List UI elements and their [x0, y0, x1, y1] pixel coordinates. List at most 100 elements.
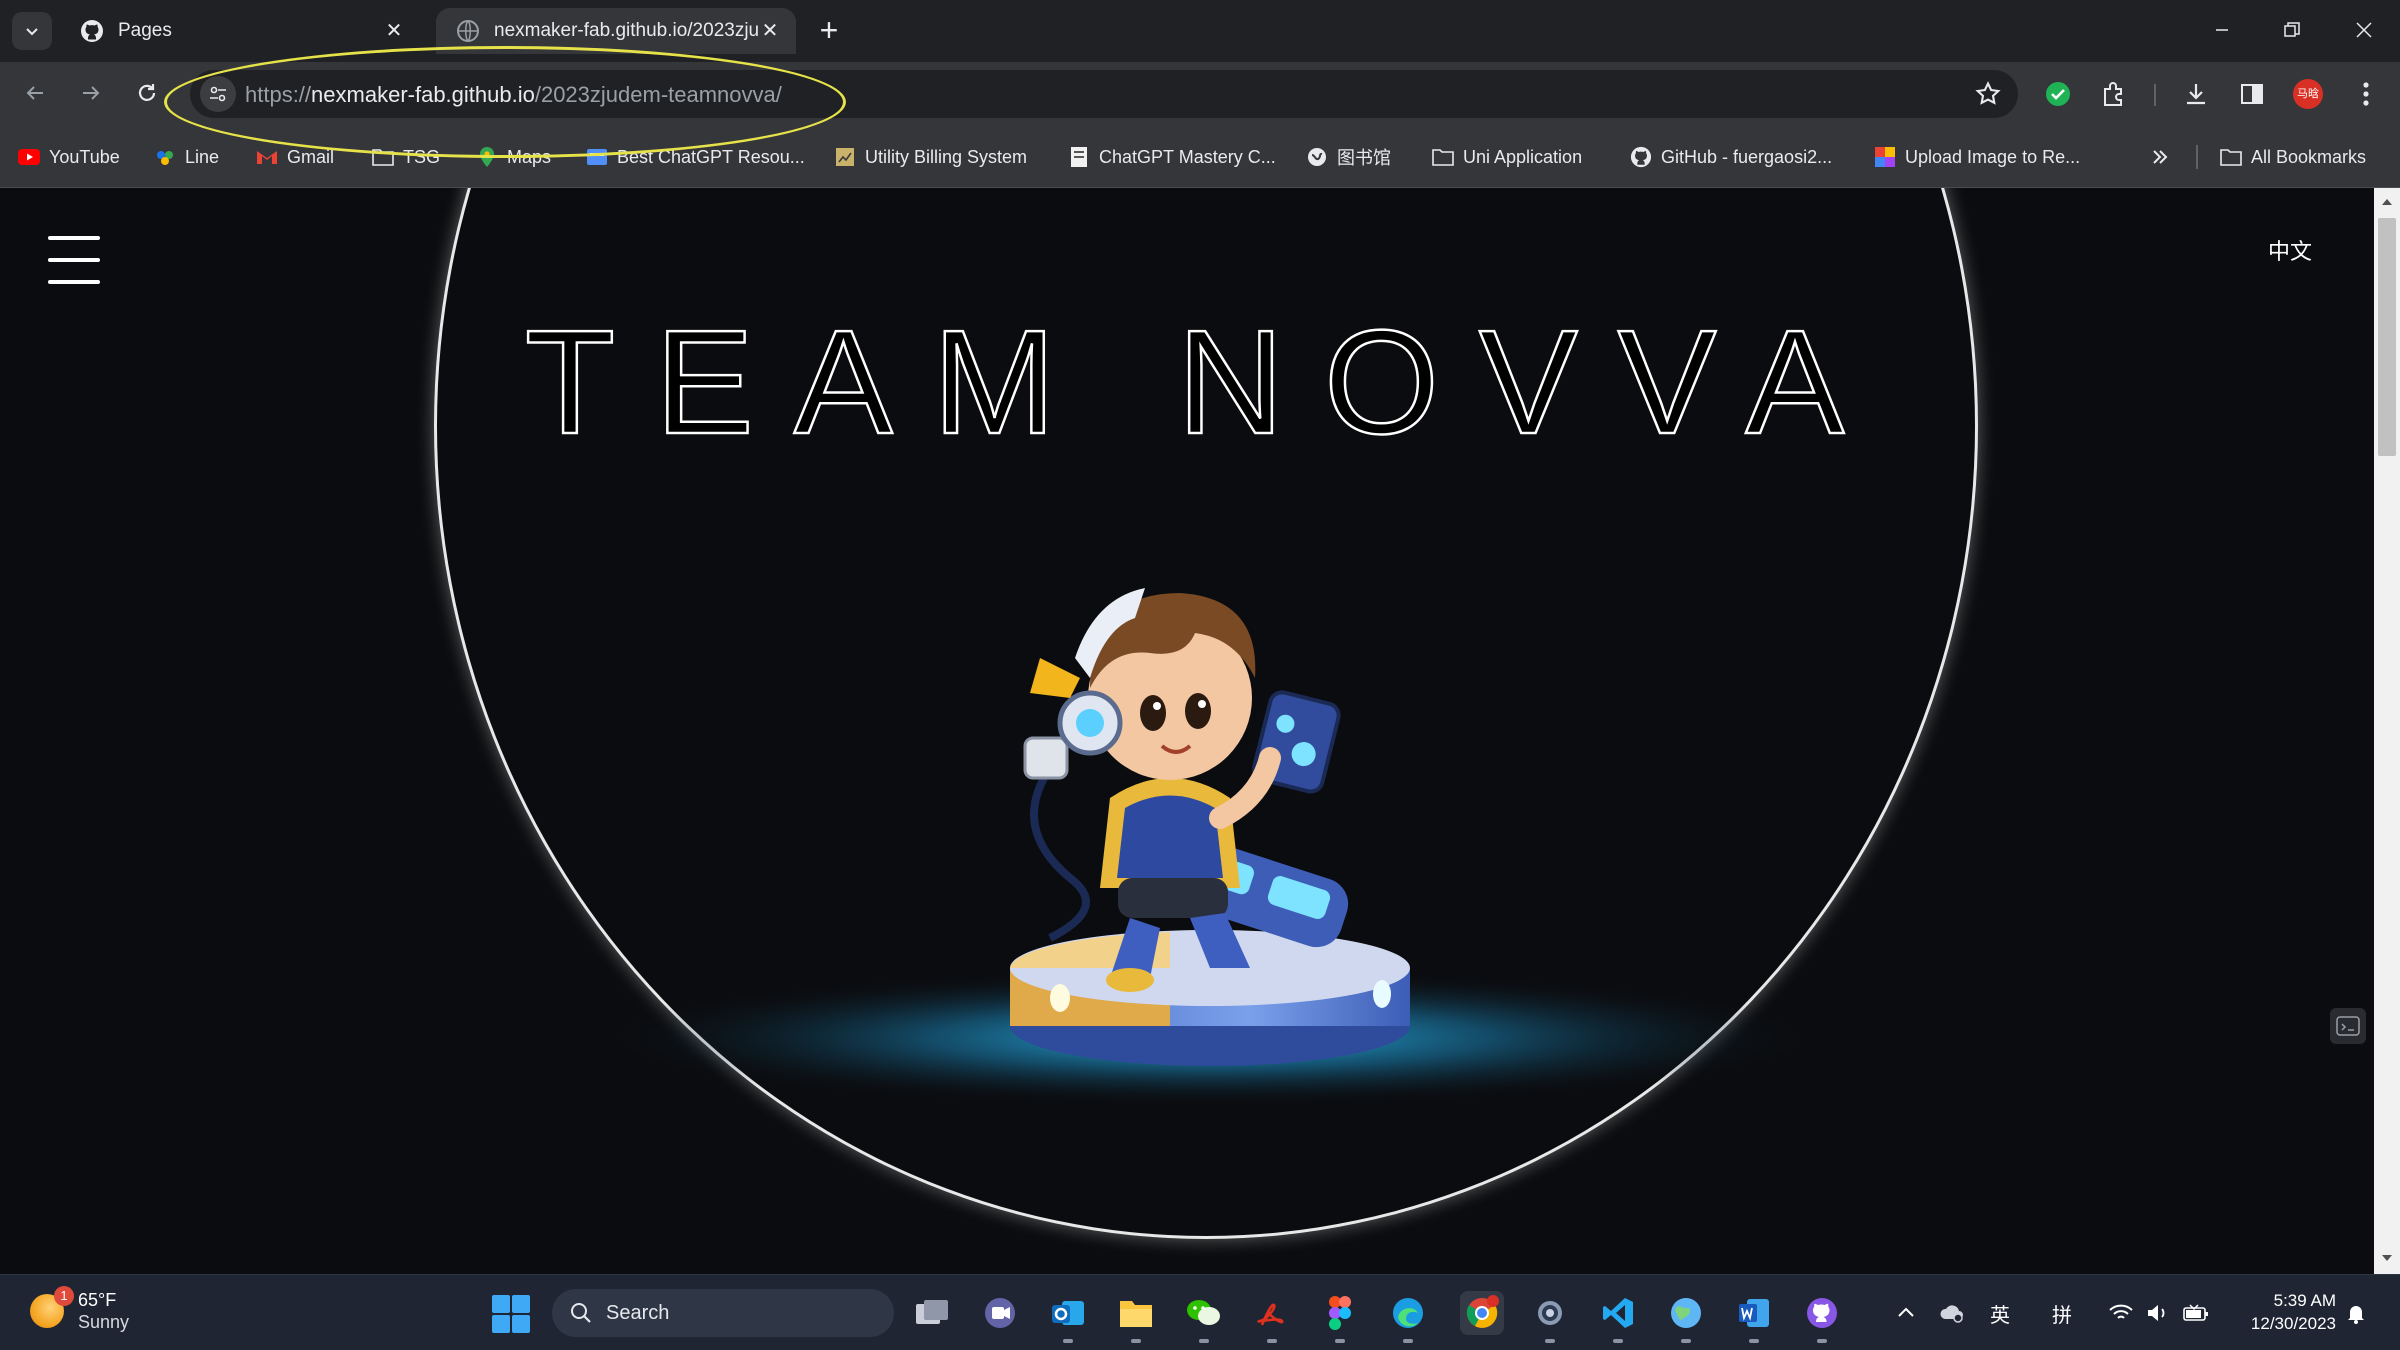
close-tab-icon[interactable]: ✕ [758, 19, 782, 43]
language-toggle[interactable]: 中文 [2268, 234, 2312, 266]
word-icon[interactable] [1732, 1291, 1776, 1343]
figma-icon[interactable] [1318, 1291, 1362, 1343]
restore-button[interactable] [2262, 10, 2322, 50]
url-scheme: https:// [245, 82, 312, 107]
ime-mode[interactable]: 拼 [2052, 1299, 2072, 1328]
task-view-icon[interactable] [910, 1291, 954, 1335]
bookmark-chatgpt-resources[interactable]: Best ChatGPT Resou... [586, 143, 805, 171]
clock-date: 12/30/2023 [2250, 1314, 2336, 1333]
url-path: /2023zjudem-teamnovva/ [534, 82, 782, 107]
tab-nexmaker[interactable]: nexmaker-fab.github.io/2023zju ✕ [436, 8, 796, 54]
weather-condition: Sunny [78, 1312, 130, 1332]
bookmark-label: 图书馆 [1337, 148, 1391, 169]
bookmark-star-icon[interactable] [1974, 80, 2002, 108]
close-window-button[interactable] [2334, 10, 2394, 50]
bookmark-label: Maps [507, 146, 552, 167]
bookmark-maps[interactable]: Maps [476, 143, 551, 171]
minimize-icon [2216, 29, 2228, 31]
bookmark-youtube[interactable]: YouTube [18, 143, 120, 171]
scroll-up-arrow-icon[interactable] [2381, 196, 2393, 208]
scroll-down-arrow-icon[interactable] [2381, 1252, 2393, 1264]
cable [1030, 765, 1090, 942]
system-clock[interactable]: 5:39 AM 12/30/2023 [2230, 1289, 2336, 1335]
kid-arm [1209, 747, 1281, 829]
wifi-icon[interactable] [2108, 1303, 2134, 1323]
search-icon [571, 1303, 591, 1323]
page-scrollbar[interactable] [2374, 188, 2400, 1274]
volume-icon[interactable] [2146, 1303, 2170, 1323]
bookmark-uni-application[interactable]: Uni Application [1432, 143, 1582, 171]
acrobat-icon[interactable] [1250, 1291, 1294, 1343]
teams-chat-icon[interactable] [978, 1291, 1022, 1335]
site-info-button[interactable] [200, 76, 236, 112]
bookmark-github[interactable]: GitHub - fuergaosi2... [1630, 143, 1832, 171]
tune-icon [210, 86, 226, 102]
youtube-icon [18, 146, 40, 168]
ime-language[interactable]: 英 [1990, 1299, 2010, 1328]
onedrive-cloud-icon[interactable] [1938, 1299, 1966, 1325]
reload-button[interactable] [126, 72, 168, 114]
taskbar-search-box[interactable]: Search [552, 1289, 894, 1337]
wechat-icon[interactable] [1182, 1291, 1226, 1343]
bookmark-library[interactable]: 图书馆 [1306, 143, 1391, 171]
all-bookmarks-label: All Bookmarks [2251, 146, 2367, 167]
back-button[interactable] [14, 72, 56, 114]
tab-pages[interactable]: Pages ✕ [60, 8, 420, 54]
outlook-icon[interactable] [1046, 1291, 1090, 1343]
bookmark-gmail[interactable]: Gmail [256, 143, 334, 171]
arrow-left-icon [26, 86, 43, 100]
battery-icon[interactable] [2182, 1303, 2210, 1323]
tray-overflow-chevron-icon[interactable] [1896, 1303, 1916, 1323]
profile-initials: 马晗 [2293, 79, 2323, 109]
restore-icon [2284, 22, 2300, 37]
bookmark-label: Utility Billing System [865, 146, 1028, 167]
page-icon [834, 146, 856, 168]
weather-widget[interactable]: 1 65°F Sunny [30, 1286, 130, 1333]
windows-start-icon[interactable] [492, 1295, 530, 1333]
bookmark-utility-billing[interactable]: Utility Billing System [834, 143, 1027, 171]
address-bar[interactable]: https://nexmaker-fab.github.io/2023zjude… [190, 70, 2018, 118]
hamburger-menu-icon[interactable] [48, 236, 100, 284]
weather-badge: 1 [54, 1286, 74, 1306]
floating-widget-icon[interactable] [2330, 1008, 2366, 1044]
profile-avatar[interactable]: 马晗 [2292, 78, 2324, 110]
side-panel-icon[interactable] [2236, 78, 2268, 110]
clock-time: 5:39 AM [2273, 1291, 2336, 1310]
file-explorer-icon[interactable] [1114, 1291, 1158, 1343]
earth-browser-icon[interactable] [1664, 1291, 1708, 1343]
edge-icon[interactable] [1386, 1291, 1430, 1343]
arrow-right-icon [83, 86, 100, 100]
extensions-puzzle-icon[interactable] [2098, 78, 2130, 110]
new-tab-button[interactable]: + [812, 14, 846, 48]
github-desktop-icon[interactable] [1800, 1291, 1844, 1343]
tab-title: Pages [118, 20, 172, 41]
bookmark-line[interactable]: Line [154, 143, 219, 171]
tab-search-button[interactable] [12, 12, 52, 50]
bookmark-upload-image[interactable]: Upload Image to Re... [1874, 143, 2080, 171]
menu-kebab-icon[interactable] [2350, 78, 2382, 110]
bookmark-label: GitHub - fuergaosi2... [1661, 146, 1833, 167]
more-bookmarks-button[interactable] [2150, 143, 2170, 171]
vscode-icon[interactable] [1596, 1291, 1640, 1343]
settings-gear-icon[interactable] [1528, 1291, 1572, 1343]
extension-check-icon[interactable] [2042, 78, 2074, 110]
chrome-icon[interactable] [1460, 1291, 1504, 1335]
bookmarks-divider [2196, 145, 2198, 169]
url-text[interactable]: https://nexmaker-fab.github.io/2023zjude… [245, 82, 782, 108]
page-icon [1068, 146, 1090, 168]
bookmark-chatgpt-mastery[interactable]: ChatGPT Mastery C... [1068, 143, 1276, 171]
notification-bell-icon[interactable] [2344, 1301, 2368, 1325]
forward-button[interactable] [70, 72, 112, 114]
github-icon [1630, 146, 1652, 168]
folder-icon [372, 146, 394, 168]
download-icon[interactable] [2180, 78, 2212, 110]
tab-strip: Pages ✕ nexmaker-fab.github.io/2023zju ✕… [0, 0, 2400, 62]
minimize-button[interactable] [2192, 10, 2252, 50]
all-bookmarks-button[interactable]: All Bookmarks [2220, 143, 2366, 171]
bookmark-label: Uni Application [1463, 146, 1583, 167]
reload-icon [138, 84, 156, 101]
bookmark-tsg[interactable]: TSG [372, 143, 440, 171]
scrollbar-thumb[interactable] [2378, 218, 2396, 456]
line-icon [154, 146, 176, 168]
close-tab-icon[interactable]: ✕ [382, 19, 406, 43]
